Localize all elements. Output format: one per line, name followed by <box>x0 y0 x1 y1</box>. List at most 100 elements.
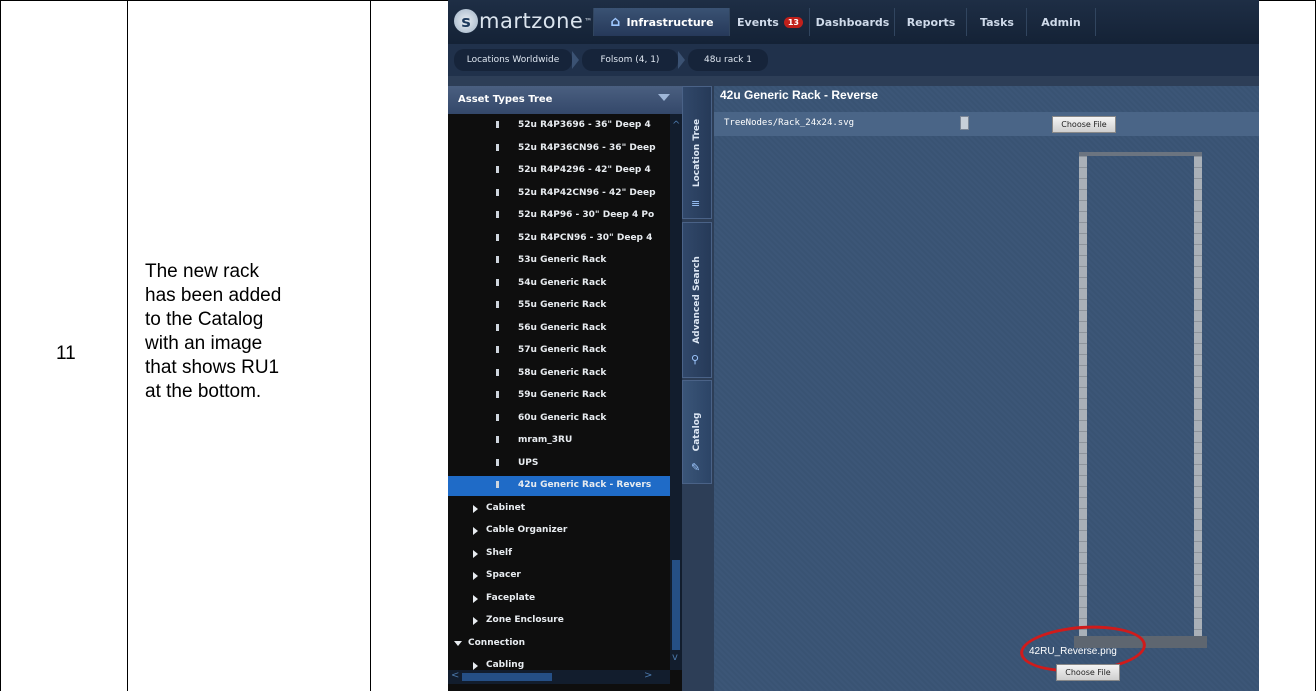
tree-item-asset[interactable]: 42u Generic Rack - Revers <box>448 476 670 496</box>
scroll-left-icon[interactable]: < <box>451 670 459 681</box>
tree-item-category[interactable]: Spacer <box>448 566 670 586</box>
breadcrumb-item-folsom[interactable]: Folsom (4, 1) <box>582 49 678 71</box>
asset-node-icon <box>496 166 499 173</box>
tab-catalog[interactable]: Catalog ✎ <box>682 380 712 484</box>
breadcrumb-item-rack[interactable]: 48u rack 1 <box>688 49 768 71</box>
tree-item-asset[interactable]: 60u Generic Rack <box>448 409 670 429</box>
asset-types-tree: Asset Types Tree 52u R4P3696 - 36" Deep … <box>448 86 682 691</box>
tree-item-asset[interactable]: 52u R4P42CN96 - 42" Deep <box>448 184 670 204</box>
tree-item-label: mram_3RU <box>518 435 573 445</box>
tree-item-asset[interactable]: 56u Generic Rack <box>448 319 670 339</box>
expand-arrow-icon[interactable] <box>473 504 478 513</box>
top-navigation-bar: s martzone ™ ⌂ Infrastructure Events 13 … <box>448 0 1259 44</box>
expand-arrow-icon[interactable] <box>473 594 478 603</box>
tree-item-category[interactable]: Zone Enclosure <box>448 611 670 631</box>
tree-item-asset[interactable]: 52u R4P3696 - 36" Deep 4 <box>448 116 670 136</box>
asset-node-icon <box>496 323 499 331</box>
tree-item-label: Cable Organizer <box>486 525 568 535</box>
tree-item-asset[interactable]: 52u R4P4296 - 42" Deep 4 <box>448 161 670 181</box>
breadcrumb: Locations Worldwide Folsom (4, 1) 48u ra… <box>448 44 1259 76</box>
tab-location-tree[interactable]: Location Tree ≡ <box>682 86 712 219</box>
asset-node-icon <box>496 278 499 286</box>
asset-node-icon <box>496 121 499 128</box>
tree-item-label: 59u Generic Rack <box>518 390 607 400</box>
asset-node-icon <box>496 346 499 353</box>
nav-infrastructure[interactable]: ⌂ Infrastructure <box>593 8 730 36</box>
asset-node-icon <box>496 436 499 443</box>
tree-item-asset[interactable]: 52u R4PCN96 - 30" Deep 4 <box>448 229 670 249</box>
tree-item-label: Cabinet <box>486 502 526 513</box>
scroll-thumb[interactable] <box>672 560 680 650</box>
expand-arrow-icon[interactable] <box>473 572 478 580</box>
logo-text: martzone <box>479 9 584 33</box>
home-icon: ⌂ <box>610 14 621 30</box>
tree-item-label: Cabling <box>486 660 525 670</box>
tree-header[interactable]: Asset Types Tree <box>448 86 682 114</box>
asset-node-icon <box>496 256 499 263</box>
nav-tasks[interactable]: Tasks <box>966 8 1027 36</box>
tree-horizontal-scrollbar[interactable]: < > <box>448 670 670 684</box>
tree-item-asset[interactable]: 52u R4P96 - 30" Deep 4 Po <box>448 206 670 226</box>
logo-badge: s <box>454 9 478 33</box>
tab-advanced-search[interactable]: Advanced Search ⚲ <box>682 222 712 378</box>
tree-item-label: UPS <box>518 457 539 468</box>
tree-item-asset[interactable]: 59u Generic Rack <box>448 386 670 406</box>
table-divider-2 <box>370 0 371 691</box>
scroll-thumb[interactable] <box>462 673 552 681</box>
tree-item-label: 52u R4P96 - 30" Deep 4 Po <box>518 210 655 220</box>
tree-item-asset[interactable]: 52u R4P36CN96 - 36" Deep <box>448 139 670 159</box>
choose-svg-file-button[interactable]: Choose File <box>1052 116 1116 133</box>
tab-label: Advanced Search <box>692 256 702 344</box>
tree-item-asset[interactable]: mram_3RU <box>448 431 670 451</box>
nav-dashboards[interactable]: Dashboards <box>809 8 895 36</box>
expand-arrow-icon[interactable] <box>473 527 478 535</box>
asset-node-icon <box>496 188 499 196</box>
tree-item-category[interactable]: Shelf <box>448 544 670 564</box>
nav-events[interactable]: Events 13 <box>729 8 810 36</box>
tree-item-label: 52u R4P3696 - 36" Deep 4 <box>518 120 651 130</box>
breadcrumb-separator <box>572 51 579 69</box>
asset-node-icon <box>496 233 499 241</box>
asset-node-icon <box>496 211 499 218</box>
expand-arrow-icon[interactable] <box>473 549 478 558</box>
tree-item-label: 52u R4PCN96 - 30" Deep 4 <box>518 232 653 243</box>
scroll-down-icon[interactable]: v <box>672 652 678 663</box>
scroll-right-icon[interactable]: > <box>644 670 652 681</box>
tree-item-asset[interactable]: 54u Generic Rack <box>448 274 670 294</box>
tree-item-asset[interactable]: 58u Generic Rack <box>448 364 670 384</box>
events-count-badge: 13 <box>783 16 803 28</box>
tree-vertical-scrollbar[interactable]: ^ v <box>670 114 682 670</box>
tree-item-asset[interactable]: 57u Generic Rack <box>448 341 670 361</box>
tree-item-label: Connection <box>468 637 526 648</box>
tab-label: Location Tree <box>692 118 702 187</box>
chevron-down-icon[interactable] <box>658 94 670 101</box>
breadcrumb-item-locations[interactable]: Locations Worldwide <box>454 49 572 71</box>
nav-reports[interactable]: Reports <box>894 8 967 36</box>
tree-item-label: 42u Generic Rack - Revers <box>518 480 652 490</box>
rack-image-preview <box>1079 152 1202 644</box>
step-description: The new rack has been added to the Catal… <box>145 261 282 402</box>
tree-item-label: 60u Generic Rack <box>518 412 607 423</box>
svg-file-row: TreeNodes/Rack_24x24.svg Choose File <box>714 112 1259 136</box>
page-title: 42u Generic Rack - Reverse <box>720 88 879 102</box>
tree-item-asset[interactable]: UPS <box>448 454 670 474</box>
choose-image-file-button[interactable]: Choose File <box>1056 664 1120 681</box>
asset-node-icon <box>496 391 499 398</box>
nav-admin[interactable]: Admin <box>1026 8 1096 36</box>
scroll-up-icon[interactable]: ^ <box>672 120 680 131</box>
smartzone-screenshot: s martzone ™ ⌂ Infrastructure Events 13 … <box>448 0 1259 691</box>
nav-label: Reports <box>906 15 956 29</box>
tree-item-label: Faceplate <box>486 592 536 603</box>
tree-item-category[interactable]: Cabinet <box>448 499 670 519</box>
tree-item-category[interactable]: Faceplate <box>448 589 670 609</box>
tree-item-category[interactable]: Connection <box>448 634 670 654</box>
rack-thumbnail-icon <box>960 116 969 130</box>
collapse-arrow-icon[interactable] <box>454 640 462 646</box>
expand-arrow-icon[interactable] <box>473 662 478 670</box>
step-number: 11 <box>56 343 76 364</box>
tree-item-asset[interactable]: 55u Generic Rack <box>448 296 670 316</box>
expand-arrow-icon[interactable] <box>473 617 478 625</box>
tree-item-label: 52u R4P4296 - 42" Deep 4 <box>518 165 651 175</box>
tree-item-asset[interactable]: 53u Generic Rack <box>448 251 670 271</box>
tree-item-category[interactable]: Cable Organizer <box>448 521 670 541</box>
